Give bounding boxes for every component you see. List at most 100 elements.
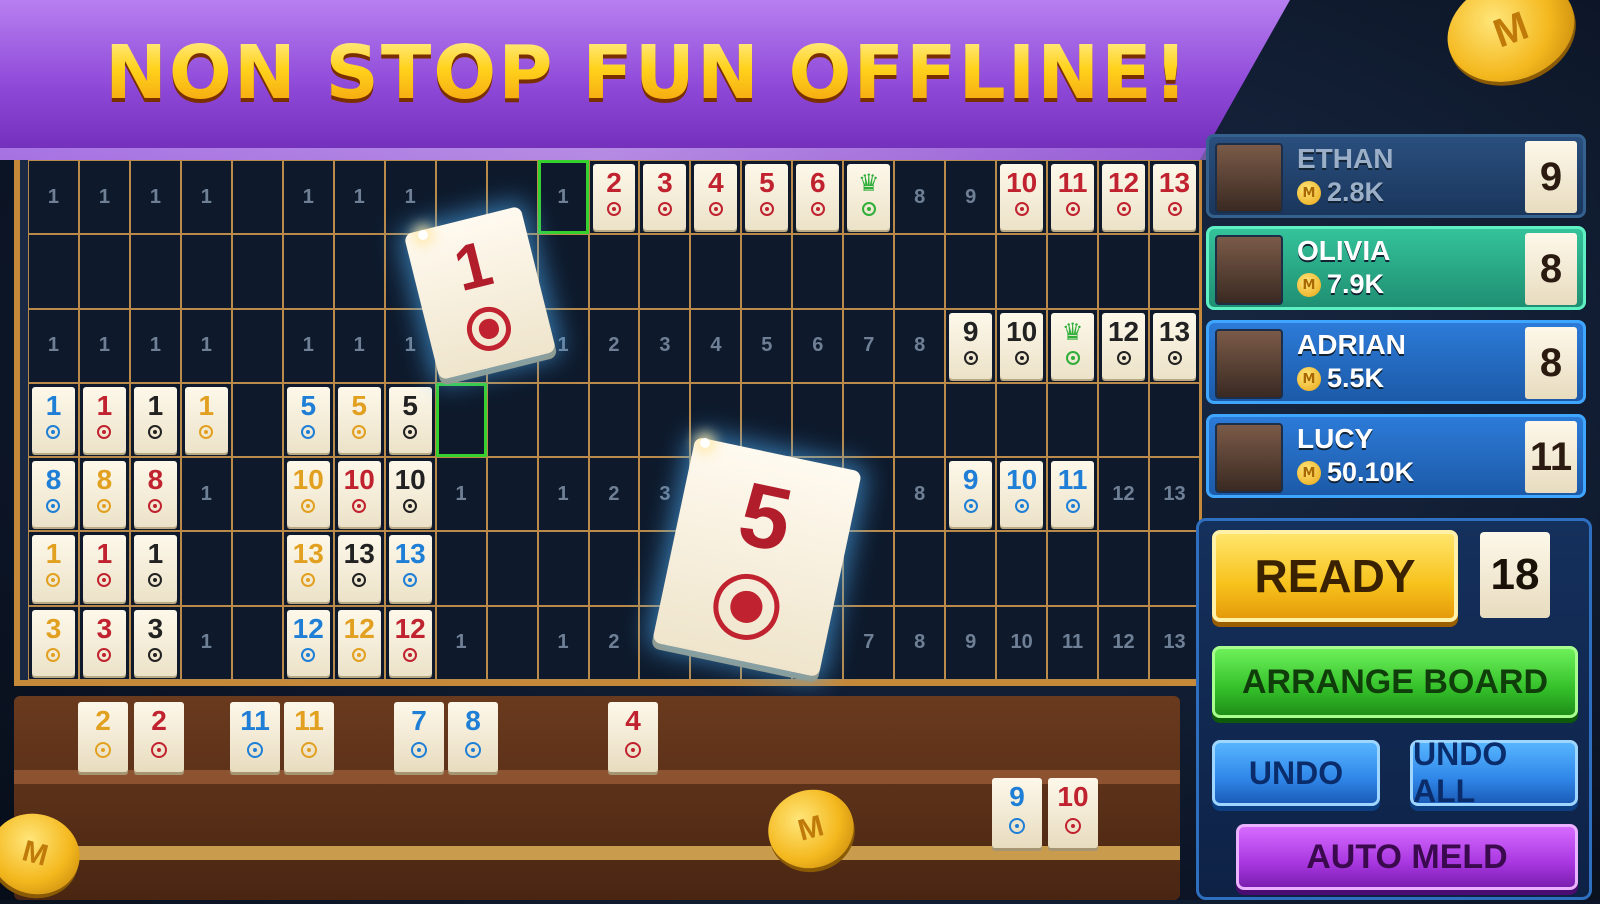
board-cell[interactable]: 6 <box>792 160 844 235</box>
board-cell[interactable] <box>894 234 946 309</box>
board-cell[interactable]: 1 <box>28 382 79 458</box>
board-cell[interactable] <box>1149 531 1200 606</box>
board-cell[interactable] <box>894 382 946 458</box>
board-tile[interactable]: 13 <box>388 535 432 602</box>
board-cell[interactable] <box>894 531 946 606</box>
board-cell[interactable]: 3 <box>78 605 130 680</box>
board-tile[interactable]: 3 <box>643 164 687 231</box>
board-cell[interactable] <box>1047 382 1099 458</box>
board-cell[interactable] <box>231 308 283 383</box>
board-tile[interactable]: 11 <box>1051 164 1095 231</box>
board-cell[interactable]: 8 <box>129 457 181 532</box>
board-cell[interactable]: 4 <box>690 308 742 383</box>
board-cell[interactable]: 1 <box>28 160 79 235</box>
board-tile[interactable]: 8 <box>133 461 177 528</box>
board-cell[interactable] <box>843 382 895 458</box>
board-tile[interactable]: 12 <box>1102 312 1146 379</box>
board-cell[interactable]: 6 <box>792 308 844 383</box>
board-cell[interactable]: 1 <box>435 457 487 532</box>
board-cell[interactable]: 13 <box>282 531 334 606</box>
board-tile[interactable]: 2 <box>592 164 636 231</box>
board-cell[interactable] <box>741 234 793 309</box>
board-cell[interactable] <box>1047 234 1099 309</box>
board-cell[interactable]: 5 <box>741 160 793 235</box>
board-tile[interactable]: 10 <box>1000 164 1044 231</box>
board-cell[interactable]: 1 <box>180 308 232 383</box>
board-cell[interactable]: 2 <box>588 605 640 680</box>
board-cell[interactable] <box>537 531 589 606</box>
undo-button[interactable]: UNDO <box>1212 740 1380 806</box>
board-cell[interactable] <box>282 234 334 309</box>
board-cell[interactable]: 1 <box>435 605 487 680</box>
board-cell[interactable]: 5 <box>384 382 436 458</box>
board-cell[interactable] <box>639 234 691 309</box>
board-cell[interactable]: 10 <box>996 605 1048 680</box>
board-cell[interactable]: 1 <box>537 605 589 680</box>
board-cell[interactable]: 1 <box>129 160 181 235</box>
board-cell[interactable]: 1 <box>78 382 130 458</box>
board-cell[interactable]: 9 <box>945 160 997 235</box>
board-cell[interactable] <box>231 382 283 458</box>
board-cell[interactable] <box>231 160 283 235</box>
board-tile[interactable]: 1 <box>184 386 228 454</box>
rack-tile[interactable]: 9 <box>992 778 1042 848</box>
board-cell[interactable] <box>945 234 997 309</box>
board-cell[interactable]: ♛ <box>843 160 895 235</box>
board-cell[interactable]: 7 <box>843 605 895 680</box>
board-cell[interactable] <box>945 531 997 606</box>
board-tile[interactable]: 9 <box>949 461 993 528</box>
board-tile[interactable]: 13 <box>286 535 330 602</box>
board-cell[interactable]: 10 <box>282 457 334 532</box>
board-cell[interactable]: 1 <box>180 605 232 680</box>
board-cell[interactable]: 1 <box>333 308 385 383</box>
board-tile[interactable]: 8 <box>32 461 75 528</box>
board-cell[interactable] <box>639 382 691 458</box>
board-cell[interactable] <box>486 382 538 458</box>
board-cell[interactable] <box>333 234 385 309</box>
board-cell[interactable]: 12 <box>1098 457 1150 532</box>
board-cell[interactable] <box>843 234 895 309</box>
board-cell[interactable]: 9 <box>945 308 997 383</box>
board-cell[interactable] <box>741 382 793 458</box>
board-tile[interactable]: 12 <box>337 609 381 676</box>
rack-tile[interactable]: 4 <box>608 702 658 772</box>
board-tile[interactable]: 5 <box>337 386 381 454</box>
board-tile[interactable]: 10 <box>286 461 330 528</box>
board-cell[interactable] <box>1098 234 1150 309</box>
board-tile[interactable]: 11 <box>1051 461 1095 528</box>
board-cell[interactable]: 1 <box>129 308 181 383</box>
board-cell[interactable]: 12 <box>333 605 385 680</box>
board-tile[interactable]: 1 <box>82 535 126 602</box>
board-cell[interactable]: 4 <box>690 160 742 235</box>
board-tile[interactable]: 12 <box>1102 164 1146 231</box>
board-cell[interactable]: 1 <box>180 160 232 235</box>
board-tile[interactable]: 1 <box>133 386 177 454</box>
board-cell[interactable] <box>996 531 1048 606</box>
board-cell[interactable]: 12 <box>1098 308 1150 383</box>
board-cell[interactable] <box>1098 382 1150 458</box>
joker-tile[interactable]: ♛ <box>847 164 891 231</box>
board-cell[interactable]: 1 <box>129 382 181 458</box>
board-tile[interactable]: 10 <box>388 461 432 528</box>
rack-tile[interactable]: 11 <box>230 702 280 772</box>
board-cell[interactable]: 1 <box>129 531 181 606</box>
rack-tile[interactable]: 11 <box>284 702 334 772</box>
board-cell[interactable]: 12 <box>1098 605 1150 680</box>
board-cell[interactable] <box>1149 382 1200 458</box>
undo-all-button[interactable]: UNDO ALL <box>1410 736 1578 809</box>
board-tile[interactable]: 5 <box>745 164 789 231</box>
board-tile[interactable]: 4 <box>694 164 738 231</box>
board-cell[interactable]: 8 <box>894 160 946 235</box>
board-cell[interactable]: 13 <box>384 531 436 606</box>
board-tile[interactable]: 1 <box>32 535 75 602</box>
board-tile[interactable]: 12 <box>388 609 432 676</box>
board-cell[interactable]: 2 <box>588 308 640 383</box>
board-cell[interactable]: 2 <box>588 457 640 532</box>
board-tile[interactable]: 9 <box>949 312 993 379</box>
joker-tile[interactable]: ♛ <box>1051 312 1095 379</box>
board-cell[interactable]: 1 <box>384 160 436 235</box>
board-tile[interactable]: 13 <box>1153 312 1196 379</box>
board-cell[interactable] <box>537 382 589 458</box>
board-cell[interactable] <box>996 234 1048 309</box>
board-cell[interactable]: 13 <box>1149 308 1200 383</box>
